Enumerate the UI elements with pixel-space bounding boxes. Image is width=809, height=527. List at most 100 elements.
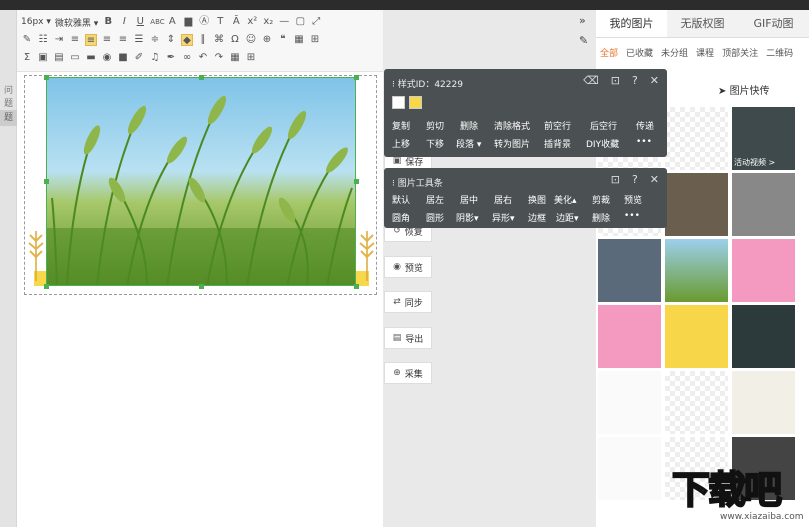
shape-button[interactable]: 异形▾: [492, 211, 528, 224]
diy-fav-button[interactable]: DIY收藏: [586, 137, 636, 150]
link-chain-icon[interactable]: ∞: [181, 52, 193, 64]
collect-button[interactable]: ⊕ 采集: [384, 362, 432, 384]
quick-upload-button[interactable]: ➤ 图片快传: [718, 82, 770, 97]
align-right-icon[interactable]: ≡: [101, 34, 113, 46]
brush-icon[interactable]: ✐: [133, 52, 145, 64]
gallery-icon[interactable]: ▤: [53, 52, 65, 64]
superscript-icon[interactable]: x²: [246, 16, 258, 28]
hr-icon[interactable]: —: [278, 16, 290, 28]
close-icon[interactable]: ✕: [650, 173, 659, 186]
thumb-10[interactable]: [598, 305, 661, 368]
copy-button[interactable]: 复制: [392, 119, 426, 132]
blank-before-button[interactable]: 前空行: [544, 119, 590, 132]
line-height-icon[interactable]: ≑: [149, 34, 161, 46]
delete-button[interactable]: 删除: [460, 119, 494, 132]
filter-favorites[interactable]: 已收藏: [626, 46, 653, 59]
thumb-8[interactable]: [665, 239, 728, 302]
paragraph-button[interactable]: 段落 ▾: [456, 137, 494, 150]
tab-my-images[interactable]: 我的图片: [596, 10, 667, 37]
preview-image-button[interactable]: 预览: [624, 193, 646, 206]
format-clear-icon[interactable]: ☷: [37, 34, 49, 46]
bold-icon[interactable]: B: [102, 16, 114, 28]
font-size-select[interactable]: 16px ▾: [21, 17, 51, 27]
strikethrough-icon[interactable]: ABC: [150, 16, 164, 28]
redo-icon[interactable]: ↷: [213, 52, 225, 64]
undo-icon[interactable]: ↶: [197, 52, 209, 64]
swatch-white[interactable]: [392, 96, 405, 109]
thumb-15[interactable]: [732, 371, 795, 434]
sigma-icon[interactable]: Σ: [21, 52, 33, 64]
margin-button[interactable]: 边距▾: [556, 211, 592, 224]
movie-icon[interactable]: ■: [117, 52, 129, 64]
more-icon[interactable]: ⊞: [245, 52, 257, 64]
move-up-button[interactable]: 上移: [392, 137, 426, 150]
resize-handle-bc[interactable]: [199, 284, 204, 289]
align-right-button[interactable]: 居右: [494, 193, 528, 206]
wheat-image[interactable]: [46, 77, 356, 286]
image-icon[interactable]: ▣: [37, 52, 49, 64]
tab-gif[interactable]: GIF动图: [738, 10, 809, 37]
text-case-icon[interactable]: Ā: [230, 16, 242, 28]
thumb-2[interactable]: [665, 107, 728, 170]
delete-image-button[interactable]: 删除: [592, 211, 624, 224]
eraser-icon[interactable]: ✎: [21, 34, 33, 46]
pen-tool-icon[interactable]: ✎: [579, 34, 588, 47]
thumb-12[interactable]: [732, 305, 795, 368]
page-icon[interactable]: ▢: [294, 16, 306, 28]
paragraph-spacing-icon[interactable]: ⇕: [165, 34, 177, 46]
font-family-select[interactable]: 微软雅黑 ▾: [55, 16, 98, 29]
left-tab-2[interactable]: 题: [0, 110, 17, 126]
align-left-icon[interactable]: ≡: [69, 34, 81, 46]
border-button[interactable]: 边框: [528, 211, 556, 224]
map-icon[interactable]: ◉: [101, 52, 113, 64]
rounded-button[interactable]: 圆角: [392, 211, 426, 224]
blank-after-button[interactable]: 后空行: [590, 119, 636, 132]
crop-button[interactable]: 剪裁: [592, 193, 624, 206]
list-icon[interactable]: ☰: [133, 34, 145, 46]
filter-top-follow[interactable]: 顶部关注: [722, 46, 758, 59]
thumb-14[interactable]: [665, 371, 728, 434]
sync-button[interactable]: ⇄ 同步: [384, 291, 432, 313]
export-button[interactable]: ▤ 导出: [384, 327, 432, 349]
swatch-yellow[interactable]: [409, 96, 422, 109]
preview-button[interactable]: ◉ 预览: [384, 256, 432, 278]
resize-handle-bl[interactable]: [44, 284, 49, 289]
indent-icon[interactable]: ⇥: [53, 34, 65, 46]
move-down-button[interactable]: 下移: [426, 137, 456, 150]
text-size-icon[interactable]: T: [214, 16, 226, 28]
align-center-button[interactable]: 居中: [460, 193, 494, 206]
image-more-button[interactable]: •••: [624, 211, 644, 224]
thumb-11[interactable]: [665, 305, 728, 368]
close-icon[interactable]: ✕: [650, 74, 659, 87]
filter-all[interactable]: 全部: [600, 46, 618, 59]
align-center-icon[interactable]: ≡: [85, 34, 97, 46]
template-icon[interactable]: ⊞: [309, 34, 321, 46]
resize-handle-tl[interactable]: [44, 75, 49, 80]
pen-icon[interactable]: ✒: [165, 52, 177, 64]
align-justify-icon[interactable]: ≡: [117, 34, 129, 46]
insert-bg-button[interactable]: 插背景: [544, 137, 586, 150]
resize-handle-mr[interactable]: [354, 179, 359, 184]
help-icon[interactable]: ?: [632, 173, 638, 186]
code-icon[interactable]: ∥: [197, 34, 209, 46]
tab-free-images[interactable]: 无版权图: [667, 10, 738, 37]
text-border-icon[interactable]: Ⓐ: [198, 16, 210, 28]
search-icon[interactable]: ⊕: [261, 34, 273, 46]
resize-handle-ml[interactable]: [44, 179, 49, 184]
format-painter-icon[interactable]: ◆: [181, 34, 193, 46]
shadow-button[interactable]: 阴影▾: [456, 211, 492, 224]
filter-ungrouped[interactable]: 未分组: [661, 46, 688, 59]
unlock-icon[interactable]: ⊡: [611, 173, 620, 186]
font-color-icon[interactable]: A: [166, 16, 178, 28]
thumb-3[interactable]: 活动视频 >: [732, 107, 795, 170]
table-icon[interactable]: ▦: [293, 34, 305, 46]
unlock-icon[interactable]: ⊡: [611, 74, 620, 87]
fullscreen-icon[interactable]: ⤢: [310, 16, 322, 28]
replace-image-button[interactable]: 换图: [528, 193, 554, 206]
video-icon[interactable]: ▬: [85, 52, 97, 64]
filter-qrcode[interactable]: 二维码: [766, 46, 793, 59]
card-icon[interactable]: ▭: [69, 52, 81, 64]
beautify-button[interactable]: 美化▴: [554, 193, 592, 206]
special-char-icon[interactable]: Ω: [229, 34, 241, 46]
thumb-7[interactable]: [598, 239, 661, 302]
